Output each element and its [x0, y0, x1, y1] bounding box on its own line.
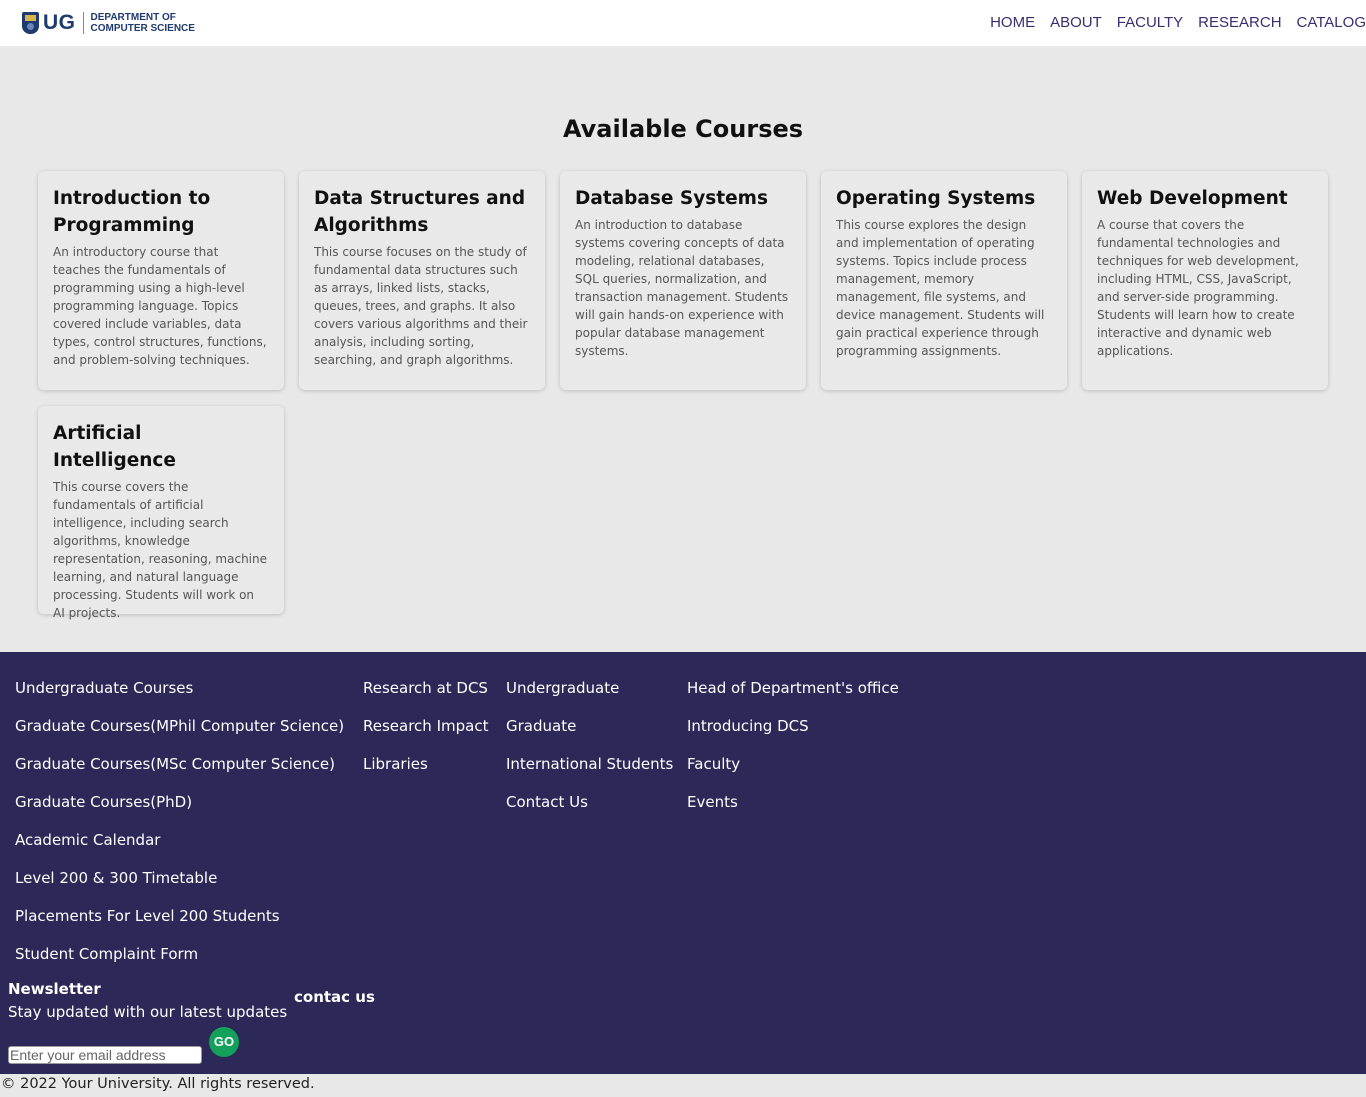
footer-col-about: Head of Department's office Introducing … — [687, 669, 899, 821]
page-title: Available Courses — [562, 115, 804, 143]
course-description: A course that covers the fundamental tec… — [1097, 218, 1299, 358]
footer-col-research: Research at DCS Research Impact Librarie… — [363, 669, 488, 783]
nav-research[interactable]: RESEARCH — [1198, 14, 1281, 31]
nav-home[interactable]: HOME — [990, 14, 1035, 31]
footer-link[interactable]: Libraries — [363, 745, 488, 783]
course-description: This course covers the fundamentals of a… — [53, 480, 267, 620]
logo-dept-line1: DEPARTMENT OF — [90, 12, 176, 23]
footer-link[interactable]: Level 200 & 300 Timetable — [15, 859, 344, 897]
copyright: © 2022 Your University. All rights reser… — [1, 1076, 315, 1092]
university-crest-icon — [22, 12, 39, 34]
logo[interactable]: UG DEPARTMENT OF COMPUTER SCIENCE — [22, 10, 195, 36]
footer-link[interactable]: Placements For Level 200 Students — [15, 897, 344, 935]
footer-link[interactable]: Graduate Courses(MPhil Computer Science) — [15, 707, 344, 745]
course-description: This course explores the design and impl… — [836, 218, 1045, 358]
course-title: Database Systems — [575, 188, 768, 209]
footer-link[interactable]: Events — [687, 783, 899, 821]
logo-dept-line2: COMPUTER SCIENCE — [90, 23, 195, 34]
course-card[interactable]: Introduction to Programming An introduct… — [38, 171, 284, 390]
footer-col-admissions: Undergraduate Graduate International Stu… — [506, 669, 673, 821]
nav-faculty[interactable]: FACULTY — [1117, 14, 1183, 31]
course-card[interactable]: Operating Systems This course explores t… — [821, 171, 1067, 390]
footer-link[interactable]: Graduate Courses(MSc Computer Science) — [15, 745, 344, 783]
course-card[interactable]: Web Development A course that covers the… — [1082, 171, 1328, 390]
course-card[interactable]: Data Structures and Algorithms This cour… — [299, 171, 545, 390]
header: UG DEPARTMENT OF COMPUTER SCIENCE HOME A… — [0, 0, 1366, 46]
course-title: Introduction to Programming — [53, 188, 211, 236]
footer-link[interactable]: Graduate — [506, 707, 673, 745]
course-card[interactable]: Database Systems An introduction to data… — [560, 171, 806, 390]
course-description: This course focuses on the study of fund… — [314, 245, 528, 367]
footer: Undergraduate Courses Graduate Courses(M… — [0, 652, 1366, 1074]
nav-catalog[interactable]: CATALOG — [1297, 14, 1366, 31]
course-card[interactable]: Artificial Intelligence This course cove… — [38, 406, 284, 620]
footer-link[interactable]: Contact Us — [506, 783, 673, 821]
course-title: Data Structures and Algorithms — [314, 188, 526, 236]
footer-link[interactable]: Introducing DCS — [687, 707, 899, 745]
footer-link[interactable]: Academic Calendar — [15, 821, 344, 859]
footer-link[interactable]: Undergraduate Courses — [15, 669, 344, 707]
contact-us-link[interactable]: contac us — [294, 988, 375, 1006]
newsletter-title: Newsletter — [8, 980, 101, 998]
course-description: An introduction to database systems cove… — [575, 218, 789, 358]
newsletter-go-button[interactable]: GO — [209, 1027, 239, 1057]
footer-link[interactable]: Faculty — [687, 745, 899, 783]
footer-link[interactable]: Graduate Courses(PhD) — [15, 783, 344, 821]
newsletter-email-input[interactable] — [8, 1046, 202, 1064]
footer-col-courses: Undergraduate Courses Graduate Courses(M… — [15, 669, 344, 973]
logo-text: UG — [43, 11, 76, 34]
course-description: An introductory course that teaches the … — [53, 245, 267, 367]
logo-divider — [82, 12, 84, 34]
footer-link[interactable]: Head of Department's office — [687, 669, 899, 707]
main-nav: HOME ABOUT FACULTY RESEARCH CATALOG — [975, 14, 1366, 31]
footer-link[interactable]: Undergraduate — [506, 669, 673, 707]
footer-link[interactable]: Research Impact — [363, 707, 488, 745]
footer-link[interactable]: Student Complaint Form — [15, 935, 344, 973]
footer-link[interactable]: International Students — [506, 745, 673, 783]
newsletter-subtitle: Stay updated with our latest updates — [8, 1003, 288, 1021]
course-title: Operating Systems — [836, 188, 1036, 209]
footer-link[interactable]: Research at DCS — [363, 669, 488, 707]
nav-about[interactable]: ABOUT — [1050, 14, 1102, 31]
course-title: Artificial Intelligence — [53, 423, 176, 471]
logo-dept: DEPARTMENT OF COMPUTER SCIENCE — [91, 12, 195, 34]
course-title: Web Development — [1097, 188, 1288, 209]
